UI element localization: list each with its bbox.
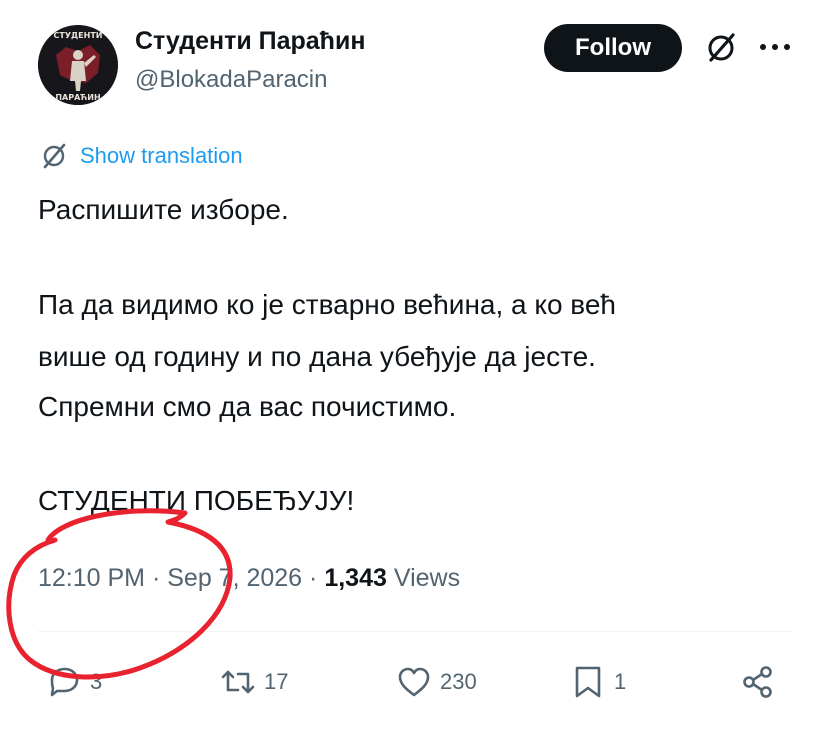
reply-count: 3 xyxy=(90,669,103,694)
avatar-text-bottom: ПАРАЋИН xyxy=(55,93,100,102)
tweet-date[interactable]: Sep 7, 2026 xyxy=(167,564,302,592)
tweet-line-3: више од годину и по дана убеђује да јест… xyxy=(38,341,596,372)
share-icon xyxy=(743,666,772,698)
tweet-meta: 12:10 PM · Sep 7, 2026 · 1,343 Views xyxy=(38,564,460,593)
divider xyxy=(38,631,793,632)
heart-icon xyxy=(398,667,430,697)
share-button[interactable] xyxy=(740,662,776,702)
show-translation-link[interactable]: Show translation xyxy=(38,140,243,172)
avatar[interactable]: СТУДЕНТИ ПАРАЋИН xyxy=(38,25,118,105)
user-handle[interactable]: @BlokadaParacin xyxy=(135,66,327,94)
bookmark-button[interactable]: 1 xyxy=(570,662,626,702)
views-count: 1,343 xyxy=(324,564,387,592)
views-label: Views xyxy=(393,564,461,592)
translate-icon xyxy=(43,143,66,169)
like-count: 230 xyxy=(440,669,477,694)
follow-button[interactable]: Follow xyxy=(544,24,682,72)
show-translation-label[interactable]: Show translation xyxy=(80,143,243,169)
repost-count: 17 xyxy=(264,669,289,694)
avatar-text-top: СТУДЕНТИ xyxy=(54,31,103,40)
avatar-logo: СТУДЕНТИ ПАРАЋИН xyxy=(38,25,118,105)
tweet-line-2: Па да видимо ко је стварно већина, а ко … xyxy=(38,289,617,320)
bookmark-icon xyxy=(575,666,601,698)
repost-icon xyxy=(221,670,255,694)
tweet-line-1: Распишите изборе. xyxy=(38,194,289,225)
meta-separator: · xyxy=(309,564,318,592)
grok-icon[interactable] xyxy=(703,30,739,66)
reply-button[interactable]: 3 xyxy=(46,662,102,702)
tweet-time[interactable]: 12:10 PM xyxy=(38,564,145,592)
more-dots-icon[interactable] xyxy=(757,36,793,58)
tweet-line-4: Спремни смо да вас почистимо. xyxy=(38,391,457,422)
meta-separator: · xyxy=(151,564,161,592)
like-button[interactable]: 230 xyxy=(396,662,477,702)
reply-icon xyxy=(50,667,79,697)
repost-button[interactable]: 17 xyxy=(220,662,288,702)
display-name[interactable]: Студенти Параћин xyxy=(135,27,365,56)
bookmark-count: 1 xyxy=(614,669,627,694)
tweet-line-5: СТУДЕНТИ ПОБЕЂУЈУ! xyxy=(38,485,355,516)
